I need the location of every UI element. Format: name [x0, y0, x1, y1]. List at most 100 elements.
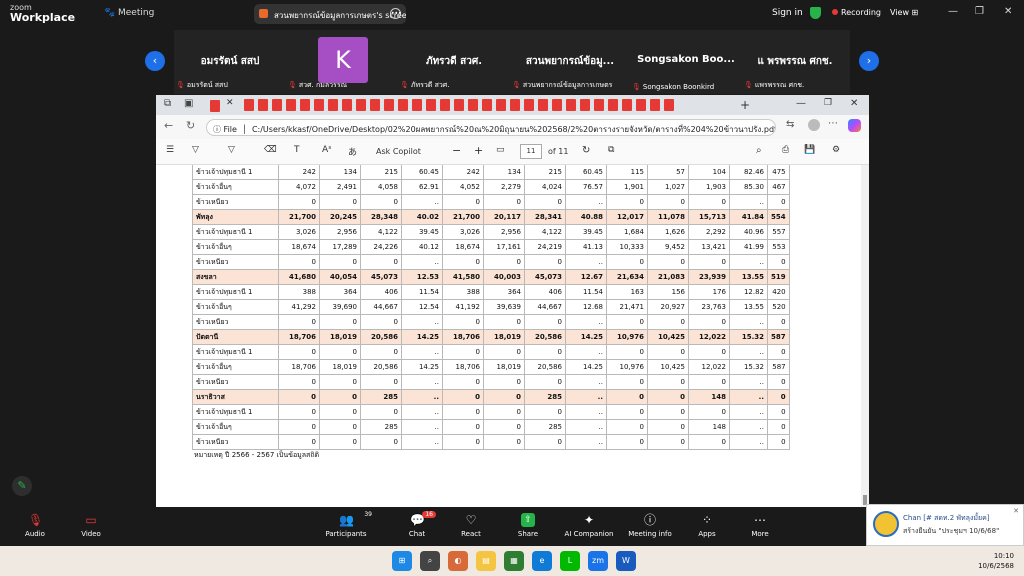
copilot-icon[interactable]	[848, 119, 861, 132]
rotate-icon[interactable]: ↻	[582, 145, 596, 159]
prev-page-arrow-icon[interactable]: ‹	[145, 51, 165, 71]
table-cell: ..	[565, 419, 607, 435]
view-menu[interactable]: View ⊞	[890, 8, 918, 17]
close-icon[interactable]: ✕	[1013, 507, 1019, 515]
sheets-icon[interactable]: ▦	[504, 551, 524, 571]
read-aloud-icon[interactable]: Aˢ	[322, 145, 336, 159]
annotate-icon[interactable]: ✎	[12, 476, 32, 496]
url-field[interactable]: ⓘ File │ C:/Users/kkasf/OneDrive/Desktop…	[206, 119, 776, 136]
minimize-icon[interactable]: —	[796, 98, 810, 112]
draw-icon[interactable]: ▽	[228, 145, 242, 159]
chat-badge: 16	[422, 511, 436, 518]
page-view-icon[interactable]: ⧉	[608, 145, 622, 159]
table-cell: 39,639	[483, 299, 525, 315]
security-shield-icon[interactable]	[810, 7, 821, 19]
table-row: ข้าวเหนียว 0 0 0.. 0 0 0.. 0 0 0.. 0	[192, 194, 790, 210]
table-cell: 163	[606, 284, 648, 300]
table-cell: 21,700	[278, 209, 320, 225]
copilot-icon[interactable]: ◐	[448, 551, 468, 571]
table-cell: 10,976	[606, 329, 648, 345]
more-options-icon[interactable]: ⋯	[828, 118, 842, 132]
table-cell: 475	[767, 165, 790, 180]
clock[interactable]: 10:10 10/6/2568	[978, 551, 1014, 571]
translate-icon[interactable]: あ	[348, 145, 362, 159]
more-button[interactable]: ⋯ More	[725, 508, 795, 546]
table-cell: 520	[767, 299, 790, 315]
search-icon[interactable]: ⌕	[756, 145, 770, 159]
contents-icon[interactable]: ☰	[166, 145, 180, 159]
table-cell: 0	[767, 314, 790, 330]
zoom-in-icon[interactable]: +	[474, 144, 488, 158]
participant-tile[interactable]: Songsakon Boo... 🎙 Songsakon Boonkird	[630, 30, 742, 94]
table-cell: 519	[767, 269, 790, 285]
table-cell: 41,580	[442, 269, 484, 285]
mic-muted-icon: 🎙	[28, 513, 44, 527]
participant-tile[interactable]: สวนพยากรณ์ข้อมู... 🎙 สวนพยากรณ์ข้อมูลการเ…	[510, 30, 630, 94]
table-cell: ..	[565, 374, 607, 390]
table-cell: 0	[319, 344, 361, 360]
table-row: ข้าวเจ้าปทุมธานี 1 388 364 406 11.54 388 364 40…	[192, 284, 790, 300]
pdf-tabs[interactable]	[242, 98, 676, 112]
table-cell: 388	[442, 284, 484, 300]
highlight-icon[interactable]: ▽	[192, 145, 206, 159]
table-cell: 0	[360, 314, 402, 330]
refresh-icon[interactable]: ↻	[186, 119, 200, 133]
next-page-arrow-icon[interactable]: ›	[859, 51, 879, 71]
table-cell: 554	[767, 209, 790, 225]
participant-tile[interactable]: ภัทรวดี สวศ. 🎙 ภัทรวดี สวศ.	[398, 30, 510, 94]
close-icon[interactable]: ✕	[1004, 6, 1012, 17]
search-icon[interactable]: ⌕	[420, 551, 440, 571]
save-icon[interactable]: 💾	[804, 145, 818, 159]
restore-icon[interactable]: ❐	[824, 98, 838, 112]
folder-icon[interactable]: ▤	[476, 551, 496, 571]
chat-notification[interactable]: Chan [# สดท.2 พัทลุงมั้ยค] สร้างยืนยัน "…	[866, 504, 1024, 546]
zoom-out-icon[interactable]: −	[452, 144, 466, 158]
table-cell: 24,226	[360, 239, 402, 255]
more-options-icon[interactable]: •••	[390, 8, 402, 19]
ask-copilot-button[interactable]: Ask Copilot	[376, 147, 421, 156]
page-number-input[interactable]: 11	[520, 144, 542, 159]
close-tab-icon[interactable]: ✕	[226, 98, 240, 112]
table-cell: 2,491	[319, 179, 361, 195]
extensions-icon[interactable]: ⇆	[786, 119, 800, 133]
table-cell: 28,348	[360, 209, 402, 225]
participant-tile[interactable]: แ พรพรรณ ศกช. 🎙 แพรพรรณ ศกช.	[742, 30, 848, 94]
share-icon	[259, 9, 268, 18]
restore-icon[interactable]: ❐	[975, 6, 984, 17]
workspaces-icon[interactable]: ⧉	[164, 98, 178, 112]
recording-indicator[interactable]: Recording	[832, 8, 881, 17]
row-label: ข้าวเหนียว	[192, 374, 279, 390]
zoom-logo: zoom Workplace	[10, 3, 76, 24]
minimize-icon[interactable]: —	[948, 6, 958, 17]
start-icon[interactable]: ⊞	[392, 551, 412, 571]
table-cell: 553	[767, 239, 790, 255]
zoom-app-icon[interactable]: zm	[588, 551, 608, 571]
fit-page-icon[interactable]: ▭	[496, 145, 510, 159]
eraser-icon[interactable]: ⌫	[264, 145, 278, 159]
print-icon[interactable]: ⎙	[782, 145, 796, 159]
profile-avatar[interactable]	[808, 119, 820, 131]
table-cell: 12.67	[565, 269, 607, 285]
line-icon[interactable]: L	[560, 551, 580, 571]
text-icon[interactable]: T	[294, 145, 308, 159]
participant-tile[interactable]: อมรรัตน์ สสป 🎙 อมรรัตน์ สสป	[174, 30, 286, 94]
vertical-scrollbar[interactable]	[861, 165, 869, 507]
back-icon[interactable]: ←	[164, 119, 178, 133]
word-icon[interactable]: W	[616, 551, 636, 571]
settings-icon[interactable]: ⚙	[832, 145, 846, 159]
video-button[interactable]: ▭ Video	[56, 508, 126, 546]
screen-share-pill[interactable]: สวนพยากรณ์ข้อมูลการเกษตร's screen •••	[254, 4, 406, 24]
tab-actions-icon[interactable]: ▣	[184, 98, 198, 112]
edge-icon[interactable]: e	[532, 551, 552, 571]
table-cell: 44,667	[360, 299, 402, 315]
new-tab-icon[interactable]: +	[740, 98, 754, 112]
ai-companion-button[interactable]: ✦ AI Companion	[554, 508, 624, 546]
close-window-icon[interactable]: ✕	[850, 98, 864, 112]
table-cell: 0	[647, 194, 689, 210]
meeting-tab[interactable]: 🐾 Meeting	[104, 8, 154, 18]
participants-button[interactable]: 👥 39 Participants	[311, 508, 381, 546]
sign-in-link[interactable]: Sign in	[772, 8, 803, 18]
share-button[interactable]: ⇧ Share	[493, 508, 563, 546]
table-cell: ..	[729, 314, 768, 330]
pdf-tab-active[interactable]	[208, 98, 222, 112]
